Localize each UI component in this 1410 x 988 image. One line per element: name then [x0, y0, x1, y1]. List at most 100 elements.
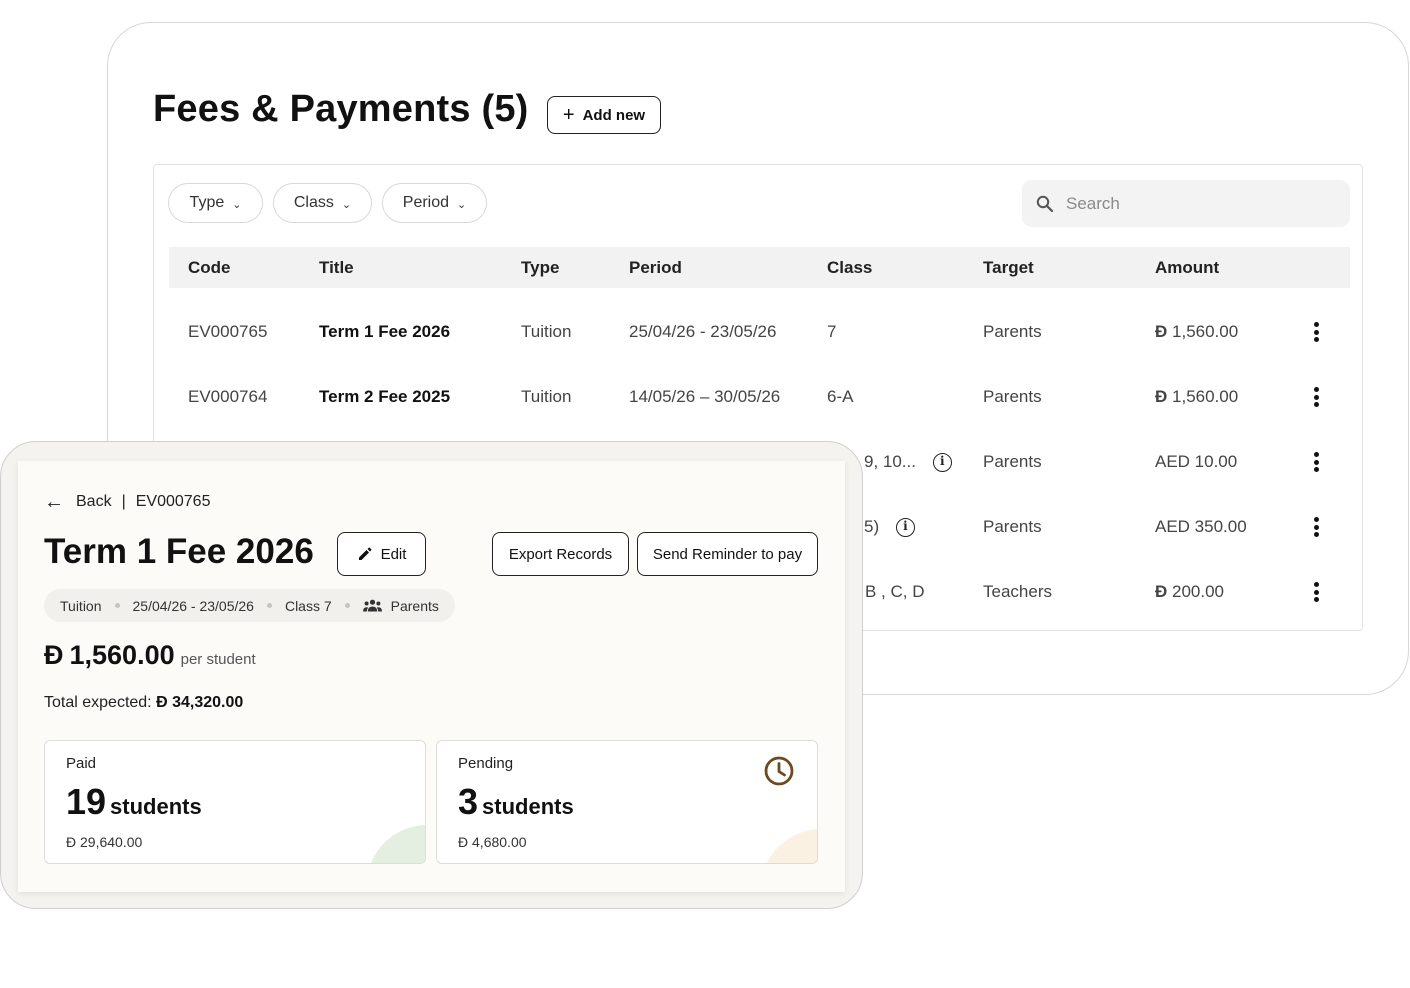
plus-icon: + [562, 104, 575, 126]
row-target: Parents [983, 322, 1042, 341]
paid-amount-value: 29,640.00 [80, 834, 143, 850]
people-icon [362, 599, 382, 612]
paid-count: 19 students [66, 781, 202, 823]
table-row[interactable]: EV000764 Term 2 Fee 2025 Tuition 14/05/2… [169, 364, 1350, 429]
row-class-value: 5) [864, 517, 880, 536]
total-label: Total expected: [44, 694, 152, 711]
breadcrumb-code: EV000765 [135, 493, 211, 510]
row-target: Teachers [983, 582, 1052, 601]
pending-label: Pending [458, 755, 514, 772]
pending-amount: Đ 4,680.00 [458, 834, 527, 850]
dirham-icon: Đ [1155, 582, 1168, 601]
breadcrumb-separator: | [121, 493, 126, 510]
price-amount: 1,560.00 [69, 640, 175, 670]
pending-count-unit: students [482, 794, 574, 819]
meta-class: Class 7 [284, 597, 332, 614]
row-amount-value: 200.00 [1172, 582, 1225, 601]
chevron-down-icon: ⌄ [341, 198, 352, 211]
row-amount: Đ 1,560.00 [1155, 364, 1238, 429]
pending-count-number: 3 [458, 781, 479, 822]
row-title: Term 1 Fee 2026 [319, 322, 451, 341]
pencil-icon [358, 547, 372, 560]
row-class-value: 9, 10... [864, 452, 916, 471]
row-class: 5) i [864, 494, 915, 559]
pending-count: 3 students [458, 781, 574, 823]
fee-meta-chip: Tuition 25/04/26 - 23/05/26 Class 7 Pare… [44, 589, 455, 622]
row-target: Parents [983, 387, 1042, 406]
type-filter[interactable]: Type ⌄ [168, 183, 263, 223]
price-suffix: per student [180, 651, 256, 668]
price-per-student: Đ 1,560.00 per student [44, 640, 256, 671]
pending-amount-value: 4,680.00 [472, 834, 527, 850]
row-amount-value: 1,560.00 [1172, 322, 1239, 341]
decorative-blob [761, 829, 817, 863]
row-amount: AED 350.00 [1155, 517, 1247, 536]
row-amount: AED 10.00 [1155, 452, 1238, 471]
back-link[interactable]: ← Back | EV000765 [44, 492, 210, 512]
decorative-blob [367, 825, 425, 863]
meta-period: 25/04/26 - 23/05/26 [132, 597, 254, 614]
paid-label: Paid [66, 755, 97, 772]
dot-separator [344, 603, 350, 608]
search-input[interactable] [1066, 193, 1326, 214]
meta-target: Parents [390, 597, 439, 614]
arrow-left-icon: ← [44, 491, 64, 513]
col-title: Title [319, 258, 354, 277]
row-class: B , C, D [865, 582, 925, 601]
row-menu-icon[interactable] [1306, 451, 1326, 473]
info-icon[interactable]: i [932, 453, 952, 473]
dirham-icon: Đ [66, 834, 77, 850]
export-records-button[interactable]: Export Records [492, 532, 629, 576]
row-amount-value: 1,560.00 [1172, 387, 1239, 406]
chevron-down-icon: ⌄ [457, 198, 467, 211]
row-menu-icon[interactable] [1306, 386, 1326, 408]
class-filter[interactable]: Class ⌄ [273, 183, 372, 223]
table-row[interactable]: EV000765 Term 1 Fee 2026 Tuition 25/04/2… [169, 299, 1350, 364]
class-filter-label: Class [293, 194, 334, 211]
row-amount: Đ 1,560.00 [1155, 299, 1238, 364]
row-class: 6-A [827, 387, 854, 406]
page-title: Fees & Payments (5) [153, 88, 529, 130]
paid-card[interactable]: Paid 19 students Đ 29,640.00 [44, 740, 426, 864]
row-menu-icon[interactable] [1306, 516, 1326, 538]
row-code: EV000764 [188, 387, 268, 406]
row-menu-icon[interactable] [1306, 581, 1326, 603]
dirham-icon: Đ [458, 834, 469, 850]
search-icon [1036, 195, 1054, 212]
info-icon[interactable]: i [895, 518, 915, 538]
row-code: EV000765 [188, 322, 268, 341]
paid-count-number: 19 [66, 781, 107, 822]
period-filter[interactable]: Period ⌄ [382, 183, 487, 223]
col-code: Code [188, 258, 231, 277]
row-menu-icon[interactable] [1306, 321, 1326, 343]
row-class: 9, 10... i [864, 429, 952, 494]
dirham-icon: Đ [1155, 322, 1168, 341]
col-period: Period [629, 258, 682, 277]
edit-button[interactable]: Edit [337, 532, 426, 576]
row-target: Parents [983, 452, 1042, 471]
col-type: Type [521, 258, 560, 277]
row-amount: Đ 200.00 [1155, 559, 1224, 624]
row-period: 14/05/26 – 30/05/26 [629, 387, 781, 406]
pending-card[interactable]: Pending 3 students Đ 4,680.00 [436, 740, 818, 864]
dirham-icon: Đ [156, 694, 168, 711]
add-new-button[interactable]: + Add new [547, 96, 661, 134]
send-reminder-button[interactable]: Send Reminder to pay [637, 532, 818, 576]
detail-title: Term 1 Fee 2026 [44, 532, 314, 571]
search-box [1022, 180, 1350, 227]
table-header: Code Title Type Period Class Target Amou… [169, 247, 1350, 288]
chevron-down-icon: ⌄ [232, 198, 242, 211]
period-filter-label: Period [402, 194, 450, 211]
edit-label: Edit [380, 545, 407, 563]
col-amount: Amount [1155, 258, 1220, 277]
col-class: Class [827, 258, 873, 277]
type-filter-label: Type [189, 194, 225, 211]
dirham-icon: Đ [44, 640, 64, 670]
paid-amount: Đ 29,640.00 [66, 834, 142, 850]
clock-icon [764, 756, 794, 786]
row-type: Tuition [521, 322, 572, 341]
paid-count-unit: students [110, 794, 202, 819]
dot-separator [266, 603, 272, 608]
row-period: 25/04/26 - 23/05/26 [629, 322, 777, 341]
meta-type: Tuition [60, 597, 102, 614]
